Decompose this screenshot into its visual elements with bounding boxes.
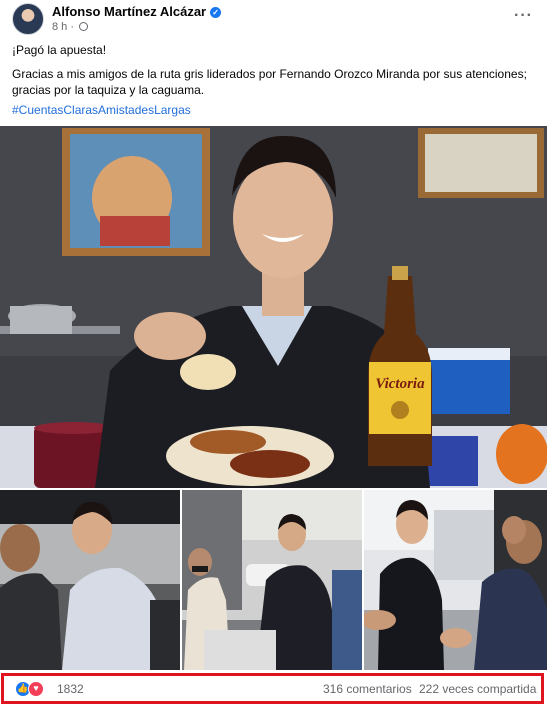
post-header: Alfonso Martínez Alcázar ✓ 8 h · ···	[12, 3, 535, 35]
main-photo-image: Victoria	[0, 126, 547, 488]
post-line-1: ¡Pagó la apuesta!	[12, 43, 107, 57]
more-options-icon[interactable]: ···	[514, 7, 533, 25]
main-photo[interactable]: Victoria	[0, 126, 547, 488]
photo-thumbnail-2[interactable]	[182, 490, 362, 670]
verified-icon: ✓	[210, 7, 222, 18]
post-text: ¡Pagó la apuesta! Gracias a mis amigos d…	[12, 42, 537, 126]
post-line-2a: Gracias a mis amigos de la ruta gris lid…	[12, 67, 527, 81]
reaction-icons[interactable]: 👍 ♥	[15, 681, 45, 697]
post-time[interactable]: 8 h	[52, 21, 67, 33]
comments-count[interactable]: 316 comentarios	[323, 682, 412, 696]
post-line-2b: gracias por la taquiza y la caguama.	[12, 83, 205, 97]
photo-thumbnail-3-image	[364, 490, 547, 670]
hashtag-link[interactable]: #CuentasClarasAmistadesLargas	[12, 102, 537, 118]
photo-thumbnail-1-image	[0, 490, 180, 670]
photo-thumbnail-2-image	[182, 490, 362, 670]
globe-icon	[79, 22, 89, 31]
reactions-bar: 👍 ♥ 1832 316 comentarios 222 veces compa…	[1, 673, 544, 704]
love-icon: ♥	[28, 681, 44, 697]
shares-count[interactable]: 222 veces compartida	[419, 682, 536, 696]
photo-thumbnail-1[interactable]	[0, 490, 180, 670]
photo-thumbnail-3[interactable]	[364, 490, 547, 670]
reaction-count[interactable]: 1832	[57, 682, 84, 696]
avatar[interactable]	[12, 3, 44, 35]
beer-label: Victoria	[375, 376, 425, 392]
post-line-2: Gracias a mis amigos de la ruta gris lid…	[12, 66, 537, 98]
author-line: Alfonso Martínez Alcázar ✓	[52, 4, 222, 19]
post-meta: 8 h ·	[52, 21, 89, 33]
author-name[interactable]: Alfonso Martínez Alcázar	[52, 4, 206, 19]
